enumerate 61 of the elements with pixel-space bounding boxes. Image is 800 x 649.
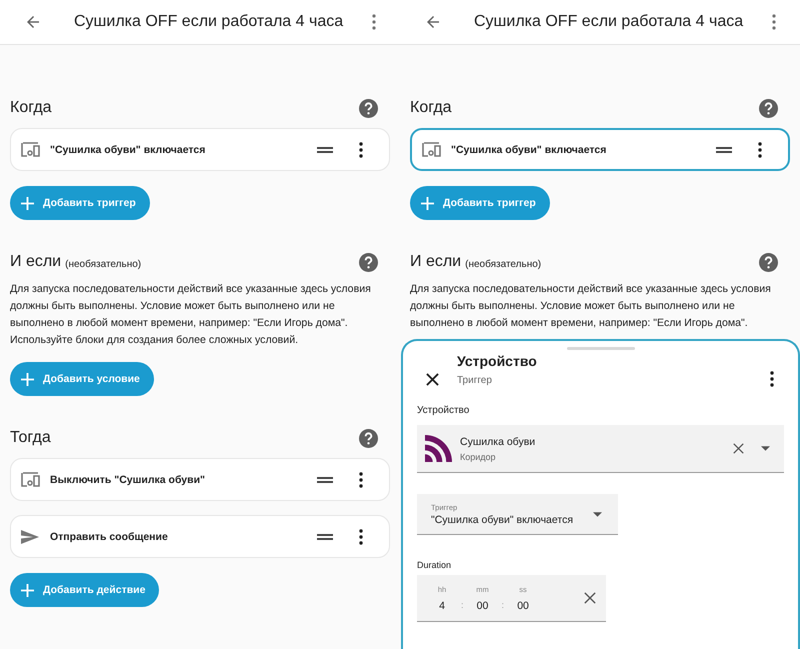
close-icon[interactable] <box>426 373 439 386</box>
step-label: Выключить "Сушилка обуви" <box>50 474 206 486</box>
more-icon[interactable] <box>359 528 363 544</box>
time-separator: : <box>502 600 504 610</box>
step-label: "Сушилка обуви" включается <box>50 144 206 156</box>
section-title: Когда <box>410 99 452 117</box>
section-title: И если <box>10 253 62 271</box>
automation-step-card[interactable]: Отправить сообщение <box>10 515 390 558</box>
plus-icon <box>21 196 34 210</box>
section-description: Для запуска последовательности действий все указанные здесь условия должны быть выполнены. Условие может быть выполнено или не выполнено в любой момент времени, например: "Если Игорь дома". <box>410 282 772 331</box>
sheet-handle[interactable] <box>566 347 634 350</box>
plus-icon <box>421 196 434 210</box>
caret-icon[interactable] <box>761 446 770 451</box>
section-hint: (необязательно) <box>65 258 142 270</box>
page-title: Сушилка OFF если работала 4 часа <box>474 13 744 31</box>
time-value[interactable]: 00 <box>517 600 529 612</box>
field-value: "Сушилка обуви" включается <box>431 514 574 526</box>
clear-icon[interactable] <box>584 592 596 604</box>
field-label: Устройство <box>417 405 470 416</box>
section-title: И если <box>410 253 462 271</box>
page-title: Сушилка OFF если работала 4 часа <box>74 13 344 31</box>
caret-icon[interactable] <box>593 512 602 516</box>
plus-icon <box>21 372 34 386</box>
automation-step-card[interactable]: "Сушилка обуви" включается <box>10 128 390 171</box>
time-separator: : <box>461 600 464 610</box>
device-icon <box>425 435 452 462</box>
plus-icon <box>21 584 34 596</box>
help-icon[interactable] <box>759 98 778 118</box>
section-title: Тогда <box>10 429 51 447</box>
more-icon[interactable] <box>758 142 762 158</box>
help-icon[interactable] <box>359 98 378 118</box>
help-icon[interactable] <box>759 252 778 272</box>
device-area: Коридор <box>460 452 536 462</box>
help-icon[interactable] <box>359 252 378 272</box>
drag-handle-icon[interactable] <box>317 534 333 540</box>
time-value[interactable]: 00 <box>476 600 488 612</box>
section-hint: (необязательно) <box>465 258 542 270</box>
drag-handle-icon[interactable] <box>317 476 333 482</box>
devices-icon <box>20 142 40 158</box>
time-value[interactable]: 4 <box>439 600 445 612</box>
more-icon[interactable] <box>359 142 363 158</box>
section-description: Для запуска последовательности действий все указанные здесь условия должны быть выполнены. Условие может быть выполнено или не выполнено в любой момент времени, например: "Если Игорь дома". Используйте блоки для создания более сложных условий. <box>10 282 372 348</box>
devices-icon <box>20 472 40 488</box>
sheet-title: Устройство <box>457 353 537 369</box>
more-icon[interactable] <box>359 472 363 488</box>
section-title: Когда <box>10 99 52 117</box>
automation-step-card[interactable]: "Сушилка обуви" включается <box>410 128 790 171</box>
device-picker[interactable]: Сушилка обуви Коридор <box>417 425 784 473</box>
send-icon <box>20 528 40 544</box>
drag-handle-icon[interactable] <box>317 146 333 152</box>
devices-icon <box>421 142 441 158</box>
clear-icon[interactable] <box>733 443 744 454</box>
sheet-subtitle: Триггер <box>457 375 493 386</box>
help-icon[interactable] <box>359 428 378 448</box>
step-label: Отправить сообщение <box>50 530 169 542</box>
drag-handle-icon[interactable] <box>716 146 732 152</box>
device-name: Сушилка обуви <box>460 436 536 448</box>
step-label: "Сушилка обуви" включается <box>451 144 608 156</box>
more-icon[interactable] <box>770 371 774 387</box>
automation-step-card[interactable]: Выключить "Сушилка обуви" <box>10 458 390 501</box>
field-label: Duration <box>417 560 452 570</box>
